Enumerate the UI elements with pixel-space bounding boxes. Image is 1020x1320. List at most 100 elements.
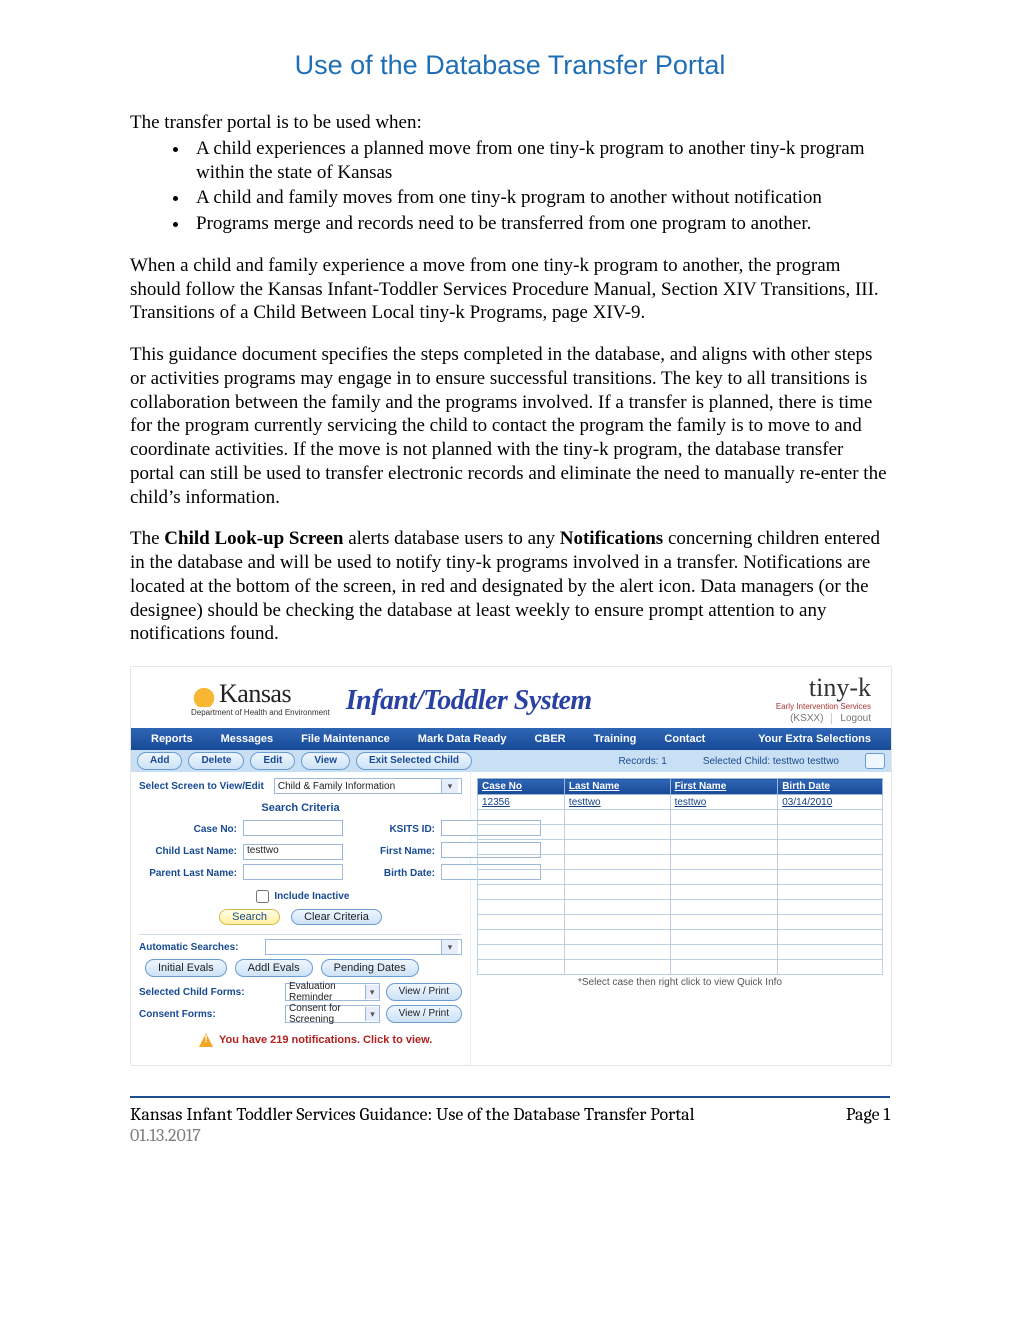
logout-link[interactable]: Logout: [831, 713, 871, 724]
child-last-name-label: Child Last Name:: [139, 846, 239, 857]
intro-line: The transfer portal is to be used when:: [130, 111, 890, 135]
page-title: Use of the Database Transfer Portal: [130, 50, 890, 81]
table-row: [478, 870, 883, 885]
results-note: *Select case then right click to view Qu…: [477, 977, 883, 988]
table-row: [478, 945, 883, 960]
paragraph-1: When a child and family experience a mov…: [130, 254, 890, 325]
cell-case-no: 12356: [478, 795, 565, 810]
addl-evals-button[interactable]: Addl Evals: [235, 959, 313, 977]
kansas-subtext: Department of Health and Environment: [191, 709, 330, 717]
include-inactive-label: Include Inactive: [274, 891, 349, 902]
first-name-label: First Name:: [347, 846, 437, 857]
table-row: [478, 840, 883, 855]
cell-last-name: testtwo: [564, 795, 670, 810]
col-last-name[interactable]: Last Name: [564, 779, 670, 795]
app-screenshot: Kansas Department of Health and Environm…: [130, 666, 892, 1066]
table-row: [478, 810, 883, 825]
ksits-id-label: KSITS ID:: [347, 824, 437, 835]
bullet-item: A child experiences a planned move from …: [190, 137, 890, 185]
menu-contact[interactable]: Contact: [650, 728, 719, 750]
menu-cber[interactable]: CBER: [520, 728, 579, 750]
selected-child-label: Selected Child: testtwo testtwo: [703, 756, 839, 767]
bullet-item: Programs merge and records need to be tr…: [190, 212, 890, 236]
user-label: (KSXX): [790, 713, 823, 724]
text: alerts database users to any: [343, 528, 559, 549]
pending-dates-button[interactable]: Pending Dates: [321, 959, 419, 977]
consent-forms-label: Consent Forms:: [139, 1009, 279, 1020]
notification-bar[interactable]: You have 219 notifications. Click to vie…: [139, 1027, 462, 1055]
text: The: [130, 528, 164, 549]
table-row[interactable]: 12356 testtwo testtwo 03/14/2010: [478, 795, 883, 810]
chevron-down-icon: ▾: [441, 940, 458, 954]
footer-rule: [130, 1096, 890, 1098]
view-print-button[interactable]: View / Print: [386, 1005, 462, 1023]
col-case-no[interactable]: Case No: [478, 779, 565, 795]
bullet-list: A child experiences a planned move from …: [130, 137, 890, 236]
selected-child-forms-label: Selected Child Forms:: [139, 987, 279, 998]
clear-criteria-button[interactable]: Clear Criteria: [291, 909, 382, 925]
automatic-searches-label: Automatic Searches:: [139, 942, 265, 953]
col-first-name[interactable]: First Name: [670, 779, 778, 795]
toolbar: Add Delete Edit View Exit Selected Child…: [131, 750, 891, 772]
chevron-down-icon: ▾: [441, 779, 458, 793]
col-birth-date[interactable]: Birth Date: [778, 779, 883, 795]
child-last-name-input[interactable]: testtwo: [243, 844, 343, 860]
footer-page-number: Page 1: [846, 1104, 890, 1125]
menubar: Reports Messages File Maintenance Mark D…: [131, 728, 891, 750]
bold-term: Notifications: [560, 528, 663, 549]
include-inactive-checkbox[interactable]: [256, 890, 269, 903]
cell-birth-date: 03/14/2010: [778, 795, 883, 810]
footer-date: 01.13.2017: [130, 1125, 695, 1146]
menu-reports[interactable]: Reports: [137, 728, 207, 750]
left-search-pane: Select Screen to View/Edit Child & Famil…: [131, 772, 471, 1065]
menu-training[interactable]: Training: [580, 728, 651, 750]
paragraph-3: The Child Look-up Screen alerts database…: [130, 527, 890, 646]
chevron-down-icon: ▾: [365, 1007, 378, 1021]
select-screen-value: Child & Family Information: [278, 781, 395, 792]
table-row: [478, 960, 883, 975]
search-criteria-heading: Search Criteria: [139, 802, 462, 814]
notification-text: You have 219 notifications. Click to vie…: [219, 1034, 432, 1046]
tinyk-logo: tiny-k: [809, 673, 871, 702]
consent-forms-dropdown[interactable]: Consent for Screening ▾: [285, 1005, 380, 1023]
menu-file-maintenance[interactable]: File Maintenance: [287, 728, 404, 750]
table-row: [478, 900, 883, 915]
records-label: Records: 1: [618, 756, 666, 767]
chevron-down-icon: ▾: [365, 985, 379, 999]
cell-first-name: testtwo: [670, 795, 778, 810]
case-no-label: Case No:: [139, 824, 239, 835]
parent-last-name-input[interactable]: [243, 864, 343, 880]
bullet-item: A child and family moves from one tiny-k…: [190, 186, 890, 210]
toolbar-tool-icon[interactable]: [865, 753, 885, 769]
kansas-logo-text: Kansas: [219, 681, 291, 707]
add-button[interactable]: Add: [137, 752, 182, 770]
menu-extra-selections[interactable]: Your Extra Selections: [744, 728, 885, 750]
consent-forms-value: Consent for Screening: [289, 1003, 365, 1025]
menu-mark-data-ready[interactable]: Mark Data Ready: [404, 728, 521, 750]
delete-button[interactable]: Delete: [188, 752, 244, 770]
search-button[interactable]: Search: [219, 909, 280, 925]
bold-term: Child Look-up Screen: [164, 528, 343, 549]
edit-button[interactable]: Edit: [250, 752, 295, 770]
table-row: [478, 930, 883, 945]
selected-child-forms-dropdown[interactable]: Evaluation Reminder ▾: [285, 983, 380, 1001]
table-row: [478, 855, 883, 870]
select-screen-label: Select Screen to View/Edit: [139, 781, 270, 792]
select-screen-dropdown[interactable]: Child & Family Information ▾: [274, 778, 462, 794]
menu-messages[interactable]: Messages: [207, 728, 288, 750]
system-title: Infant/Toddler System: [346, 685, 592, 717]
automatic-searches-dropdown[interactable]: ▾: [265, 939, 462, 955]
selected-child-forms-value: Evaluation Reminder: [289, 981, 365, 1003]
tinyk-subtext: Early Intervention Services: [776, 703, 871, 711]
view-button[interactable]: View: [301, 752, 350, 770]
page-footer: Kansas Infant Toddler Services Guidance:…: [130, 1104, 890, 1146]
exit-selected-child-button[interactable]: Exit Selected Child: [356, 752, 472, 770]
case-no-input[interactable]: [243, 820, 343, 836]
table-row: [478, 885, 883, 900]
birth-date-label: Birth Date:: [347, 868, 437, 879]
initial-evals-button[interactable]: Initial Evals: [145, 959, 227, 977]
results-pane: Case No Last Name First Name Birth Date …: [471, 772, 891, 1065]
view-print-button[interactable]: View / Print: [386, 983, 462, 1001]
footer-title: Kansas Infant Toddler Services Guidance:…: [130, 1104, 695, 1125]
table-row: [478, 825, 883, 840]
